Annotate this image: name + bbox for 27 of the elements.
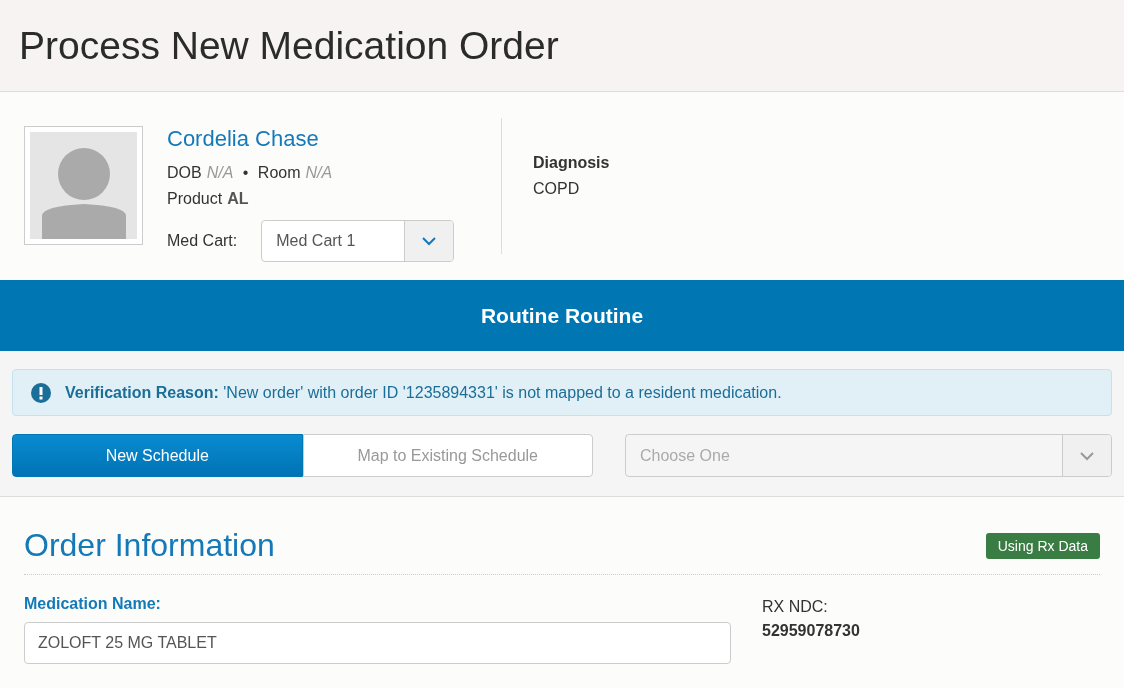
page-title: Process New Medication Order — [19, 23, 559, 68]
ndc-label: RX NDC: — [762, 597, 829, 617]
room-value: N/A — [305, 163, 333, 183]
medication-input[interactable]: ZOLOFT 25 MG TABLET — [24, 622, 731, 664]
rx-data-badge: Using Rx Data — [985, 532, 1100, 559]
schedule-tab[interactable]: New Schedule — [12, 434, 303, 477]
exclamation-icon — [31, 382, 51, 403]
schedule-banner: Routine Routine — [0, 280, 1124, 351]
dob-value: N/A — [206, 163, 234, 183]
ndc-value: 52959078730 — [762, 621, 860, 641]
person-silhouette-icon — [30, 132, 137, 239]
med-cart-label: Med Cart: — [167, 232, 238, 250]
product-label: Product — [167, 189, 223, 209]
medication-label: Medication Name: — [24, 595, 162, 613]
diagnosis-label: Diagnosis — [533, 153, 610, 173]
chevron-down-icon — [1079, 450, 1095, 461]
chevron-down-icon — [421, 236, 438, 246]
diagnosis-value: COPD — [533, 179, 581, 199]
med-cart-select[interactable]: Med Cart 1 — [261, 220, 455, 262]
verification-message: Verification Reason: 'New order' with order ID '1235894331' is not mapped to a resident medication. — [65, 383, 782, 402]
patient-name[interactable]: Cordelia Chase — [167, 126, 469, 152]
separator-dot: • — [241, 163, 250, 183]
product-value: AL — [227, 189, 249, 209]
schedule-tab[interactable]: Map to Existing Schedule — [302, 434, 593, 477]
room-label: Room — [257, 163, 301, 183]
section-title: Order Information — [24, 527, 275, 564]
dob-label: DOB — [167, 163, 202, 183]
